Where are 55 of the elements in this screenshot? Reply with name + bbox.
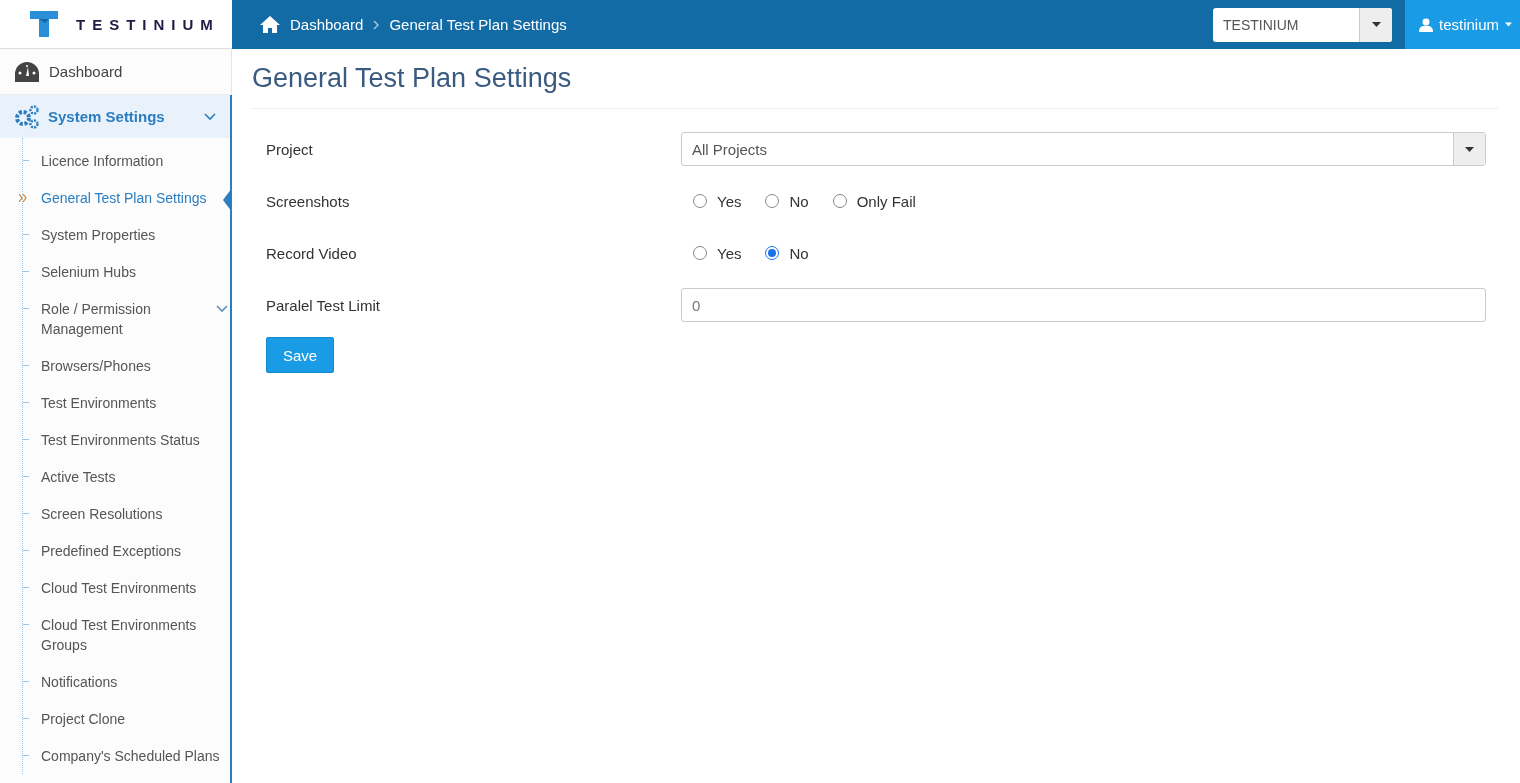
sidebar-item[interactable]: Cloud Test Environments	[23, 569, 230, 606]
radio-label: Yes	[717, 192, 742, 210]
breadcrumb-current: General Test Plan Settings	[389, 16, 567, 33]
caret-icon	[1505, 22, 1512, 27]
radio-label: Yes	[717, 244, 742, 262]
radio-label: No	[789, 244, 809, 262]
sidebar-item[interactable]: General Test Plan Settings	[23, 179, 230, 216]
field-label: Record Video	[266, 244, 358, 262]
sidebar-item[interactable]: Selenium Hubs	[23, 253, 230, 290]
sidebar-item[interactable]: Role / Permission Management	[23, 290, 230, 347]
radio-option[interactable]: Yes	[693, 244, 742, 262]
sidebar-item[interactable]: Company's Scheduled Plans	[23, 737, 230, 774]
sidebar-item[interactable]: Predefined Exceptions	[23, 532, 230, 569]
radio-option[interactable]: No	[765, 244, 809, 262]
radio-button[interactable]	[765, 194, 780, 208]
radio-button[interactable]	[693, 246, 707, 260]
field-label: Screenshots	[266, 192, 351, 210]
sidebar-item[interactable]: Screen Resolutions	[23, 495, 230, 532]
caret-icon	[1371, 22, 1381, 27]
logo-text: TESTINIUM	[76, 15, 220, 33]
logo-icon	[30, 11, 58, 37]
radio-option[interactable]: Only Fail	[832, 192, 916, 210]
radio-label: No	[789, 192, 809, 210]
sidebar-item[interactable]: Active Tests	[23, 458, 230, 495]
page-title: General Test Plan Settings	[252, 63, 1498, 109]
pointer-icon	[223, 188, 232, 212]
radio-label: Only Fail	[856, 192, 916, 210]
sidebar-item[interactable]: System Properties	[23, 216, 230, 253]
company-select[interactable]: TESTINIUM	[1213, 7, 1392, 42]
sidebar-item[interactable]: Licence Information	[23, 142, 230, 179]
chevron-icon	[373, 19, 380, 30]
project-select[interactable]: All Projects	[681, 132, 1486, 166]
sidebar-item[interactable]: Test Environments Status	[23, 421, 230, 458]
chevron-icon	[216, 305, 228, 313]
gears-icon	[14, 104, 40, 129]
sidebar-item[interactable]: Project Clone	[23, 700, 230, 737]
input-field[interactable]: 0	[681, 288, 1486, 322]
user-icon	[1419, 15, 1433, 34]
radio-option[interactable]: No	[765, 192, 809, 210]
radio-button[interactable]	[765, 246, 780, 260]
sidebar-item[interactable]: Notifications	[23, 663, 230, 700]
radio-option[interactable]: Yes	[693, 192, 742, 210]
radio-button[interactable]	[693, 194, 707, 208]
double-chevron-icon	[19, 194, 27, 202]
home-icon	[260, 16, 280, 33]
gauge-icon	[15, 61, 39, 82]
sidebar-item[interactable]: Test Environments	[23, 384, 230, 421]
breadcrumb-link[interactable]: Dashboard	[290, 16, 364, 33]
field-label: Paralel Test Limit	[266, 296, 381, 314]
sidebar-item[interactable]: Cloud Test Environments Groups	[23, 606, 230, 663]
caret-icon	[1465, 146, 1474, 152]
field-label: Project	[266, 140, 314, 158]
sidebar-item[interactable]: Browsers/Phones	[23, 347, 230, 384]
radio-button[interactable]	[832, 194, 847, 208]
sidebar-section[interactable]: System Settings	[0, 95, 230, 138]
